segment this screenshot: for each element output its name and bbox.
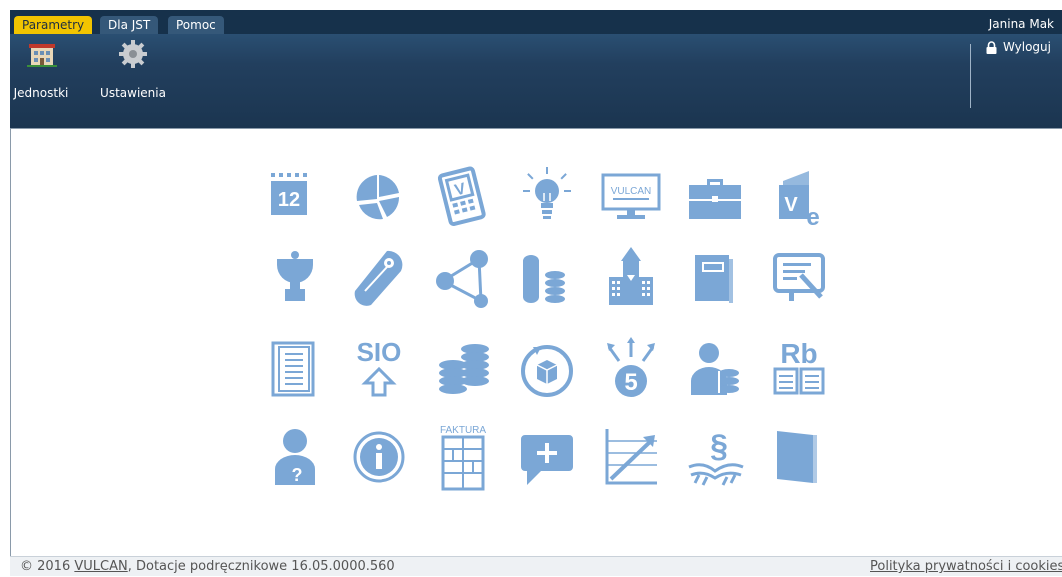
- rotate-box-icon[interactable]: [515, 335, 579, 403]
- svg-text:e: e: [806, 204, 819, 231]
- paragraph-law-icon[interactable]: §: [683, 423, 747, 491]
- tab-dla-jst[interactable]: Dla JST: [100, 16, 159, 34]
- tab-pomoc[interactable]: Pomoc: [168, 16, 224, 34]
- ribbon-toolbar: Jednostki Ustawienia Wyloguj: [10, 34, 1062, 128]
- e-document-icon[interactable]: V e: [767, 163, 831, 231]
- lightbulb-icon[interactable]: [515, 163, 579, 231]
- trend-chart-icon[interactable]: [599, 423, 663, 491]
- coins-roll-icon[interactable]: [515, 245, 579, 313]
- monitor-icon[interactable]: VULCAN: [599, 163, 663, 231]
- logout-button[interactable]: Wyloguj: [986, 40, 1051, 54]
- vulcan-monitor-text: VULCAN: [611, 186, 652, 197]
- svg-text:?: ?: [292, 465, 303, 485]
- folder-book-icon[interactable]: [767, 423, 831, 491]
- gear-icon: [119, 40, 147, 68]
- presentation-icon[interactable]: [767, 245, 831, 313]
- mobile-doc-icon[interactable]: V: [431, 163, 495, 231]
- pie-chart-icon[interactable]: [347, 163, 411, 231]
- person-coins-icon[interactable]: [683, 335, 747, 403]
- rb-text: Rb: [780, 338, 817, 369]
- rb-report-icon[interactable]: Rb: [767, 335, 831, 403]
- user-name: Janina Mak: [988, 17, 1054, 31]
- building-icon: [27, 44, 57, 67]
- book-icon[interactable]: [683, 245, 747, 313]
- jednostki-button[interactable]: Jednostki: [12, 38, 70, 100]
- money-stacks-icon[interactable]: [431, 335, 495, 403]
- sio-upload-icon[interactable]: SIO: [347, 335, 411, 403]
- grade-arrows-icon[interactable]: 5: [599, 335, 663, 403]
- footer-copyright: © 2016 VULCAN, Dotacje podręcznikowe 16.…: [20, 559, 395, 574]
- sio-text: SIO: [357, 337, 402, 367]
- register-book-icon[interactable]: [263, 335, 327, 403]
- scroll-icon[interactable]: [347, 245, 411, 313]
- lock-icon: [986, 40, 997, 54]
- logout-label: Wyloguj: [1003, 40, 1051, 54]
- paragraph-text: §: [710, 428, 728, 464]
- info-icon[interactable]: [347, 423, 411, 491]
- svg-text:V: V: [453, 180, 468, 199]
- jednostki-label: Jednostki: [13, 86, 69, 100]
- vulcan-link[interactable]: VULCAN: [74, 559, 127, 574]
- ustawienia-button[interactable]: Ustawienia: [98, 38, 168, 100]
- footer: © 2016 VULCAN, Dotacje podręcznikowe 16.…: [10, 556, 1062, 576]
- tab-parametry[interactable]: Parametry: [14, 16, 93, 34]
- calendar-icon[interactable]: 12: [263, 163, 327, 231]
- app-header: Parametry Dla JST Pomoc Janina Mak Jedno…: [10, 10, 1062, 128]
- network-icon[interactable]: [431, 245, 495, 313]
- invoice-icon[interactable]: FAKTURA: [431, 423, 495, 491]
- privacy-link[interactable]: Polityka prywatności i cookies: [870, 557, 1062, 577]
- ustawienia-label: Ustawienia: [100, 86, 166, 100]
- main-content: 12 V VULCAN V e SIO 5 Rb ? FAKTURA §: [10, 128, 1062, 556]
- person-help-icon[interactable]: ?: [263, 423, 327, 491]
- briefcase-icon[interactable]: [683, 163, 747, 231]
- grade-text: 5: [624, 369, 637, 396]
- chat-plus-icon[interactable]: [515, 423, 579, 491]
- ribbon-divider: [970, 44, 971, 108]
- faktura-text: FAKTURA: [440, 425, 486, 436]
- trophy-icon[interactable]: [263, 245, 327, 313]
- calendar-day-text: 12: [278, 189, 300, 211]
- tab-bar: Parametry Dla JST Pomoc Janina Mak: [10, 10, 1062, 34]
- building-tower-icon[interactable]: [599, 245, 663, 313]
- svg-text:V: V: [784, 194, 798, 216]
